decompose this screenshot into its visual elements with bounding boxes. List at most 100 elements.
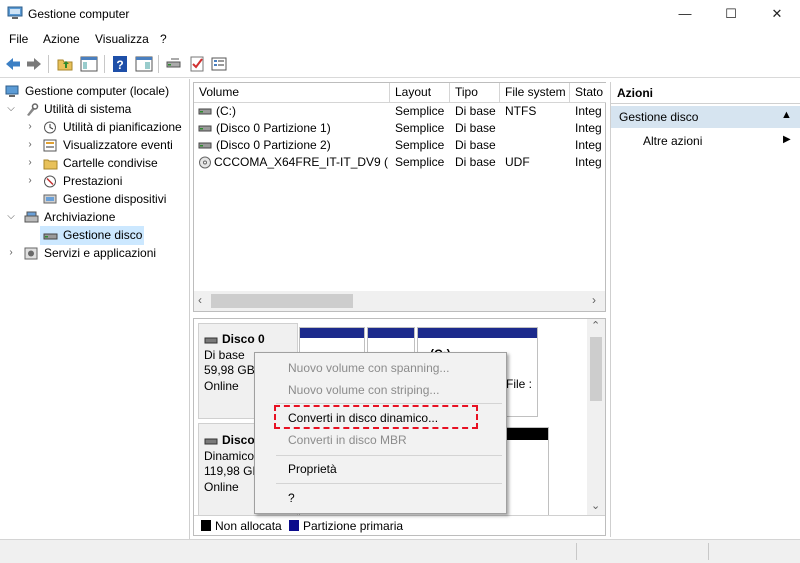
horizontal-scrollbar[interactable]: ‹ ›: [194, 291, 605, 311]
table-row[interactable]: (Disco 0 Partizione 1) Semplice Di base …: [194, 120, 605, 137]
chevron-right-icon[interactable]: ›: [25, 139, 35, 150]
volume-name: (C:): [216, 104, 236, 118]
chevron-down-icon[interactable]: ⌵: [6, 211, 16, 222]
column-header-status[interactable]: Stato: [570, 83, 606, 103]
volume-name: CCCOMA_X64FRE_IT-IT_DV9 (D:): [214, 155, 389, 169]
disk-name: Disco: [222, 433, 255, 447]
volume-type: Di base: [455, 104, 496, 118]
tree-label: Prestazioni: [63, 174, 123, 188]
console-tree-icon[interactable]: [80, 55, 98, 73]
submenu-arrow-icon: ▶: [783, 134, 791, 145]
tree-label: Servizi e applicazioni: [44, 246, 157, 260]
disk-size: 119,98 GB: [204, 464, 261, 478]
legend-primary-label: Partizione primaria: [303, 519, 404, 533]
menu-item-striped-volume: Nuovo volume con striping...: [288, 383, 440, 397]
maximize-button[interactable]: ☐: [708, 0, 754, 28]
tree-label: Utilità di pianificazione: [63, 120, 182, 134]
toolbar-separator: [48, 55, 49, 73]
disk-state: Online: [204, 480, 239, 494]
disk-type: Dinamico: [204, 449, 255, 463]
disk-drive-icon: [43, 229, 58, 242]
menu-item-properties[interactable]: Proprietà: [288, 462, 337, 476]
svg-text:?: ?: [116, 58, 123, 72]
table-row[interactable]: CCCOMA_X64FRE_IT-IT_DV9 (D:) Semplice Di…: [194, 154, 605, 171]
scrollbar-thumb[interactable]: [211, 294, 353, 308]
clock-icon: [43, 121, 58, 134]
window-title: Gestione computer: [28, 7, 130, 21]
volume-fs: UDF: [505, 155, 530, 169]
toolbar-separator: [158, 55, 159, 73]
actions-more[interactable]: Altre azioni ▶: [611, 132, 800, 152]
volume-layout: Semplice: [395, 155, 445, 169]
scroll-right-icon[interactable]: ›: [592, 293, 596, 307]
more-actions-label: Altre azioni: [643, 134, 703, 148]
vertical-scrollbar[interactable]: ⌃ ⌄: [587, 319, 605, 515]
legend-unallocated-label: Non allocata: [215, 519, 282, 533]
toolbar-separator: [104, 55, 105, 73]
chevron-right-icon[interactable]: ›: [25, 121, 35, 132]
actions-header: Azioni: [611, 82, 800, 104]
volume-icon: [198, 123, 212, 137]
tools-icon: [24, 103, 39, 116]
table-row[interactable]: (Disco 0 Partizione 2) Semplice Di base …: [194, 137, 605, 154]
disk-type: Di base: [204, 348, 245, 362]
collapse-icon[interactable]: ▲: [781, 109, 792, 121]
actions-section-disk-management[interactable]: Gestione disco ▲: [611, 106, 800, 128]
back-icon[interactable]: [4, 55, 22, 73]
menu-action[interactable]: Azione: [43, 32, 80, 46]
disk-drive-icon: [204, 435, 218, 449]
column-header-layout[interactable]: Layout: [390, 83, 450, 103]
menu-help[interactable]: ?: [160, 32, 167, 46]
context-menu: Nuovo volume con spanning... Nuovo volum…: [254, 352, 507, 514]
chevron-down-icon[interactable]: ⌵: [6, 103, 16, 114]
menu-item-convert-dynamic[interactable]: Converti in disco dinamico...: [288, 411, 438, 425]
disk-state: Online: [204, 379, 239, 393]
status-bar: [0, 539, 800, 563]
status-divider: [576, 543, 577, 560]
disk-name: Disco 0: [222, 332, 265, 346]
menu-view[interactable]: Visualizza: [95, 32, 149, 46]
chevron-right-icon[interactable]: ›: [25, 175, 35, 186]
menu-separator: [276, 483, 502, 484]
menu-separator: [276, 455, 502, 456]
optical-disc-icon: [198, 156, 212, 172]
tree-label: Gestione dispositivi: [63, 192, 167, 206]
menu-item-spanned-volume: Nuovo volume con spanning...: [288, 361, 450, 375]
scroll-up-icon[interactable]: ⌃: [591, 319, 600, 332]
volume-status: Integ: [575, 138, 602, 152]
table-row[interactable]: (C:) Semplice Di base NTFS Integ: [194, 103, 605, 120]
disk-size: 59,98 GB: [204, 363, 255, 377]
tree-label: Utilità di sistema: [44, 102, 132, 116]
scrollbar-thumb[interactable]: [590, 337, 602, 401]
chevron-right-icon[interactable]: ›: [6, 247, 16, 258]
legend-unallocated-swatch: [201, 520, 211, 531]
scroll-left-icon[interactable]: ‹: [198, 293, 202, 307]
storage-icon: [24, 211, 39, 224]
properties-view-icon[interactable]: [135, 55, 153, 73]
column-header-volume[interactable]: Volume: [194, 83, 390, 103]
scroll-down-icon[interactable]: ⌄: [591, 499, 600, 512]
disk-drive-icon: [204, 334, 218, 348]
menu-item-help[interactable]: ?: [288, 491, 295, 505]
column-header-type[interactable]: Tipo: [450, 83, 500, 103]
chevron-right-icon[interactable]: ›: [25, 157, 35, 168]
performance-icon: [43, 175, 58, 188]
help-icon[interactable]: ?: [111, 55, 129, 73]
column-header-file-system[interactable]: File system: [500, 83, 570, 103]
legend: Non allocata Partizione primaria: [194, 515, 605, 535]
volume-layout: Semplice: [395, 138, 445, 152]
tree-label: Visualizzatore eventi: [63, 138, 173, 152]
menu-file[interactable]: File: [9, 32, 28, 46]
shared-folder-icon: [43, 157, 58, 170]
minimize-button[interactable]: —: [662, 0, 708, 28]
connect-drive-icon[interactable]: [165, 55, 183, 73]
forward-icon[interactable]: [25, 55, 43, 73]
legend-primary-swatch: [289, 520, 299, 531]
list-view-icon[interactable]: [210, 55, 228, 73]
close-button[interactable]: ✕: [754, 0, 800, 28]
up-folder-icon[interactable]: [56, 55, 74, 73]
computer-management-icon: [7, 6, 23, 20]
checklist-icon[interactable]: [188, 55, 206, 73]
volume-type: Di base: [455, 138, 496, 152]
volume-fs: NTFS: [505, 104, 537, 118]
